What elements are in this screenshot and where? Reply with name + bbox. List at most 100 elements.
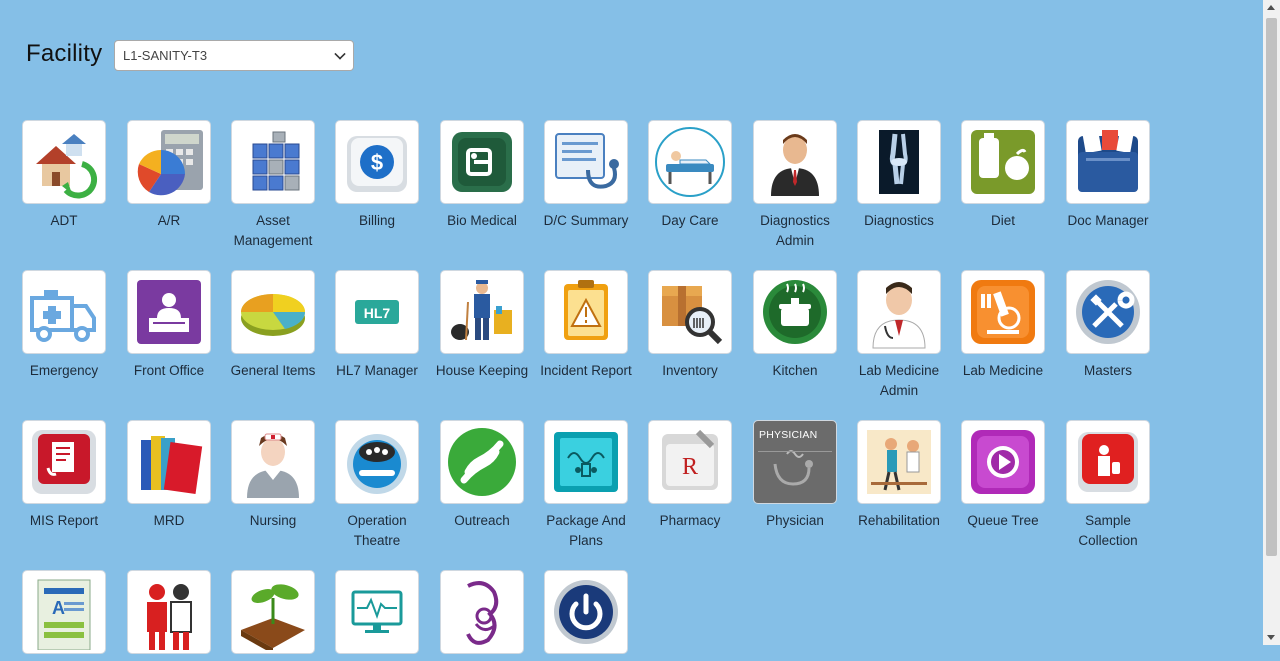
module-icon-box[interactable] <box>961 420 1045 504</box>
module-tile-unlabeled-38[interactable] <box>430 570 534 661</box>
module-tile-masters[interactable]: Masters <box>1056 270 1160 381</box>
module-icon-box[interactable] <box>231 120 315 204</box>
module-icon-box[interactable] <box>127 570 211 654</box>
module-tile-package-and-plans[interactable]: Package And Plans <box>534 420 638 551</box>
module-tile-queue-tree[interactable]: Queue Tree <box>951 420 1055 531</box>
module-tile-physician[interactable]: PHYSICIAN Physician <box>743 420 847 531</box>
module-icon-box[interactable] <box>544 270 628 354</box>
module-icon-box[interactable] <box>857 120 941 204</box>
module-icon-box[interactable] <box>22 270 106 354</box>
module-label: MIS Report <box>29 513 99 528</box>
module-icon-box[interactable]: HL7 <box>335 270 419 354</box>
svg-text:R: R <box>682 454 698 480</box>
module-tile-a-r[interactable]: A/R <box>117 120 221 231</box>
module-icon-box[interactable] <box>1066 120 1150 204</box>
module-tile-diet[interactable]: Diet <box>951 120 1055 231</box>
module-tile-unlabeled-35[interactable] <box>117 570 221 661</box>
module-icon-box[interactable] <box>961 120 1045 204</box>
module-icon-box[interactable] <box>440 270 524 354</box>
module-tile-unlabeled-34[interactable]: A <box>12 570 116 661</box>
scroll-up-icon[interactable] <box>1267 5 1275 10</box>
module-tile-front-office[interactable]: Front Office <box>117 270 221 381</box>
module-icon-box[interactable] <box>127 420 211 504</box>
module-label: Billing <box>358 213 396 228</box>
tools-icon <box>1070 274 1146 350</box>
module-tile-sample-collection[interactable]: Sample Collection <box>1056 420 1160 551</box>
module-icon-box[interactable] <box>753 270 837 354</box>
module-icon-box[interactable] <box>648 120 732 204</box>
module-icon-box[interactable] <box>648 270 732 354</box>
module-tile-emergency[interactable]: Emergency <box>12 270 116 381</box>
scroll-thumb[interactable] <box>1266 18 1277 556</box>
module-tile-mrd[interactable]: MRD <box>117 420 221 531</box>
divider <box>758 451 832 452</box>
module-tile-day-care[interactable]: Day Care <box>638 120 742 231</box>
module-tile-incident-report[interactable]: Incident Report <box>534 270 638 381</box>
diet-icon <box>965 124 1041 200</box>
module-icon-box[interactable] <box>335 420 419 504</box>
facility-label: Facility <box>26 40 103 67</box>
module-tile-lab-medicine[interactable]: Lab Medicine <box>951 270 1055 381</box>
module-icon-box[interactable]: R <box>648 420 732 504</box>
module-label: Physician <box>766 513 824 528</box>
module-tile-inventory[interactable]: Inventory <box>638 270 742 381</box>
module-tile-diagnostics[interactable]: Diagnostics <box>847 120 951 231</box>
module-label: Front Office <box>133 363 205 378</box>
module-icon-box[interactable] <box>127 270 211 354</box>
module-label: General Items <box>230 363 316 378</box>
module-icon-box[interactable] <box>544 570 628 654</box>
module-icon-box[interactable] <box>544 120 628 204</box>
module-tile-operation-theatre[interactable]: Operation Theatre <box>325 420 429 551</box>
module-label: Emergency <box>29 363 99 378</box>
module-icon-box[interactable] <box>127 120 211 204</box>
module-tile-unlabeled-39[interactable] <box>534 570 638 661</box>
module-icon-box[interactable] <box>857 270 941 354</box>
module-icon-box[interactable] <box>335 570 419 654</box>
module-tile-doc-manager[interactable]: Doc Manager <box>1056 120 1160 231</box>
module-tile-asset-management[interactable]: Asset Management <box>221 120 325 251</box>
module-tile-lab-medicine-admin[interactable]: Lab Medicine Admin <box>847 270 951 401</box>
hl7-icon: HL7 <box>339 274 415 350</box>
scroll-down-icon[interactable] <box>1267 635 1275 640</box>
module-icon-box[interactable] <box>440 420 524 504</box>
module-tile-house-keeping[interactable]: House Keeping <box>430 270 534 381</box>
module-tile-rehabilitation[interactable]: Rehabilitation <box>847 420 951 531</box>
module-tile-kitchen[interactable]: Kitchen <box>743 270 847 381</box>
vertical-scrollbar[interactable] <box>1263 0 1280 645</box>
module-tile-bio-medical[interactable]: Bio Medical <box>430 120 534 231</box>
facility-select-value: L1-SANITY-T3 <box>123 48 208 63</box>
module-icon-box[interactable] <box>231 570 315 654</box>
module-tile-unlabeled-36[interactable] <box>221 570 325 661</box>
module-tile-nursing[interactable]: Nursing <box>221 420 325 531</box>
module-tile-diagnostics-admin[interactable]: Diagnostics Admin <box>743 120 847 251</box>
facility-select[interactable]: L1-SANITY-T3 <box>114 40 354 71</box>
chevron-down-icon <box>334 48 346 60</box>
module-icon-box[interactable]: PHYSICIAN <box>753 420 837 504</box>
module-icon-box[interactable] <box>231 420 315 504</box>
module-tile-pharmacy[interactable]: R Pharmacy <box>638 420 742 531</box>
module-icon-box[interactable] <box>857 420 941 504</box>
module-tile-adt[interactable]: ADT <box>12 120 116 231</box>
module-label: Asset Management <box>233 213 313 248</box>
module-icon-box[interactable] <box>1066 270 1150 354</box>
module-icon-box[interactable] <box>1066 420 1150 504</box>
module-icon-box[interactable] <box>440 120 524 204</box>
box-magnifier-icon <box>652 274 728 350</box>
module-tile-general-items[interactable]: General Items <box>221 270 325 381</box>
module-tile-d-c-summary[interactable]: D/C Summary <box>534 120 638 231</box>
module-icon-box[interactable] <box>961 270 1045 354</box>
module-tile-unlabeled-37[interactable] <box>325 570 429 661</box>
module-icon-box[interactable] <box>753 120 837 204</box>
module-icon-box[interactable] <box>22 420 106 504</box>
module-icon-box[interactable] <box>440 570 524 654</box>
module-tile-billing[interactable]: $ Billing <box>325 120 429 231</box>
power-icon <box>548 574 624 650</box>
module-tile-hl7-manager[interactable]: HL7 HL7 Manager <box>325 270 429 381</box>
module-tile-mis-report[interactable]: MIS Report <box>12 420 116 531</box>
module-icon-box[interactable] <box>231 270 315 354</box>
module-icon-box[interactable]: $ <box>335 120 419 204</box>
module-tile-outreach[interactable]: Outreach <box>430 420 534 531</box>
module-icon-box[interactable]: A <box>22 570 106 654</box>
module-icon-box[interactable] <box>22 120 106 204</box>
module-icon-box[interactable] <box>544 420 628 504</box>
